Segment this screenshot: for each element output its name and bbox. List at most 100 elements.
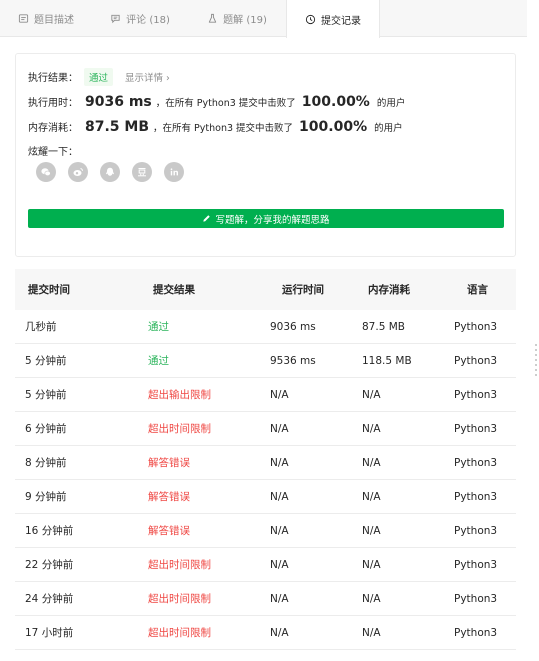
cell-language: Python3	[454, 524, 498, 537]
cell-runtime: N/A	[270, 592, 289, 605]
memory-text: ，在所有 Python3 提交中击败了	[153, 123, 294, 134]
status-label: 执行结果：	[28, 73, 78, 84]
table-row[interactable]: 22 分钟前 超出时间限制 N/A N/A Python3	[15, 548, 516, 582]
tab-description[interactable]: 题目描述	[0, 0, 92, 37]
table-row[interactable]: 5 分钟前 超出输出限制 N/A N/A Python3	[15, 378, 516, 412]
tab-label: 提交记录	[321, 15, 361, 27]
cell-result[interactable]: 超出时间限制	[140, 591, 270, 606]
wechat-icon[interactable]	[36, 162, 56, 182]
cell-result[interactable]: 超出时间限制	[140, 557, 270, 572]
write-solution-label: 写题解，分享我的解题思路	[215, 214, 330, 226]
flask-icon	[207, 13, 218, 24]
cell-language: Python3	[454, 558, 498, 571]
cell-time: 9 分钟前	[25, 491, 67, 503]
cell-memory: N/A	[362, 524, 381, 537]
cell-memory: N/A	[362, 626, 381, 639]
table-row[interactable]: 9 分钟前 解答错误 N/A N/A Python3	[15, 480, 516, 514]
tab-submissions[interactable]: 提交记录	[286, 0, 380, 38]
table-row[interactable]: 17 小时前 超出时间限制 N/A N/A Python3	[15, 616, 516, 650]
cell-memory: N/A	[362, 422, 381, 435]
table-row[interactable]: 几秒前 通过 9036 ms 87.5 MB Python3	[15, 310, 516, 344]
cell-language: Python3	[454, 456, 498, 469]
cell-language: Python3	[454, 388, 498, 401]
problem-tab-bar: 题目描述 评论 (18) 题解 (19) 提交记录	[0, 0, 527, 38]
table-row[interactable]: 8 分钟前 解答错误 N/A N/A Python3	[15, 446, 516, 480]
table-row[interactable]: 6 分钟前 超出时间限制 N/A N/A Python3	[15, 412, 516, 446]
status-badge: 通过	[84, 68, 114, 86]
runtime-row: 执行用时： 9036 ms ，在所有 Python3 提交中击败了 100.00…	[28, 94, 405, 110]
header-result: 提交结果	[153, 284, 195, 296]
douban-icon[interactable]	[132, 162, 152, 182]
comment-icon	[110, 13, 121, 24]
cell-time: 16 分钟前	[25, 525, 74, 537]
header-memory: 内存消耗	[368, 284, 410, 296]
clock-icon	[305, 14, 316, 25]
tab-label: 题解 (19)	[223, 15, 267, 26]
runtime-value: 9036 ms	[85, 94, 152, 110]
cell-time: 8 分钟前	[25, 457, 67, 469]
cell-time: 6 分钟前	[25, 423, 67, 435]
tab-comments[interactable]: 评论 (18)	[92, 0, 188, 37]
cell-runtime: N/A	[270, 558, 289, 571]
table-row[interactable]: 24 分钟前 超出时间限制 N/A N/A Python3	[15, 582, 516, 616]
write-solution-button[interactable]: 写题解，分享我的解题思路	[28, 209, 504, 228]
cell-time: 24 分钟前	[25, 593, 74, 605]
table-header: 提交时间 提交结果 运行时间 内存消耗 语言	[15, 269, 516, 310]
header-time: 提交时间	[28, 284, 70, 296]
submission-result-card: 执行结果： 通过 显示详情 › 执行用时： 9036 ms ，在所有 Pytho…	[15, 53, 516, 257]
cell-language: Python3	[454, 490, 498, 503]
cell-result[interactable]: 超出时间限制	[140, 421, 270, 436]
cell-result[interactable]: 超出时间限制	[140, 625, 270, 640]
share-icons	[36, 162, 184, 182]
cell-time: 22 分钟前	[25, 559, 74, 571]
cell-language: Python3	[454, 626, 498, 639]
cell-runtime: N/A	[270, 626, 289, 639]
memory-percent: 100.00%	[299, 119, 368, 135]
submissions-table: 提交时间 提交结果 运行时间 内存消耗 语言 几秒前 通过 9036 ms 87.5 …	[15, 269, 516, 650]
runtime-text: ，在所有 Python3 提交中击败了	[155, 98, 296, 109]
memory-value: 87.5 MB	[85, 119, 150, 135]
cell-result[interactable]: 解答错误	[140, 455, 270, 470]
table-row[interactable]: 5 分钟前 通过 9536 ms 118.5 MB Python3	[15, 344, 516, 378]
cell-time: 几秒前	[25, 321, 57, 333]
cell-runtime: N/A	[270, 524, 289, 537]
qq-icon[interactable]	[100, 162, 120, 182]
scrollbar-grip[interactable]	[535, 344, 537, 378]
header-language: 语言	[467, 284, 488, 296]
memory-label: 内存消耗：	[28, 123, 78, 134]
cell-time: 17 小时前	[25, 627, 74, 639]
cell-result[interactable]: 通过	[140, 319, 270, 334]
pencil-icon	[203, 215, 211, 222]
cell-memory: 118.5 MB	[362, 354, 412, 367]
result-status-row: 执行结果： 通过 显示详情 ›	[28, 68, 170, 86]
cell-runtime: 9536 ms	[270, 354, 316, 367]
cell-language: Python3	[454, 592, 498, 605]
table-row[interactable]: 16 分钟前 解答错误 N/A N/A Python3	[15, 514, 516, 548]
tab-solutions[interactable]: 题解 (19)	[188, 0, 286, 37]
scrollbar[interactable]	[530, 0, 539, 661]
cell-language: Python3	[454, 354, 498, 367]
cell-result[interactable]: 超出输出限制	[140, 387, 270, 402]
runtime-percent: 100.00%	[301, 94, 370, 110]
cell-time: 5 分钟前	[25, 355, 67, 367]
share-row: 炫耀一下：	[28, 143, 78, 158]
cell-language: Python3	[454, 320, 498, 333]
cell-runtime: N/A	[270, 456, 289, 469]
cell-memory: N/A	[362, 456, 381, 469]
cell-memory: N/A	[362, 490, 381, 503]
cell-language: Python3	[454, 422, 498, 435]
header-runtime: 运行时间	[282, 284, 324, 296]
cell-result[interactable]: 通过	[140, 353, 270, 368]
weibo-icon[interactable]	[68, 162, 88, 182]
cell-memory: N/A	[362, 388, 381, 401]
memory-suffix: 的用户	[374, 123, 403, 134]
tab-label: 题目描述	[34, 15, 74, 26]
show-details-link[interactable]: 显示详情 ›	[125, 70, 170, 84]
cell-result[interactable]: 解答错误	[140, 523, 270, 538]
cell-time: 5 分钟前	[25, 389, 67, 401]
document-icon	[18, 13, 29, 24]
cell-result[interactable]: 解答错误	[140, 489, 270, 504]
share-label: 炫耀一下：	[28, 147, 78, 158]
linkedin-icon[interactable]	[164, 162, 184, 182]
cell-runtime: N/A	[270, 422, 289, 435]
